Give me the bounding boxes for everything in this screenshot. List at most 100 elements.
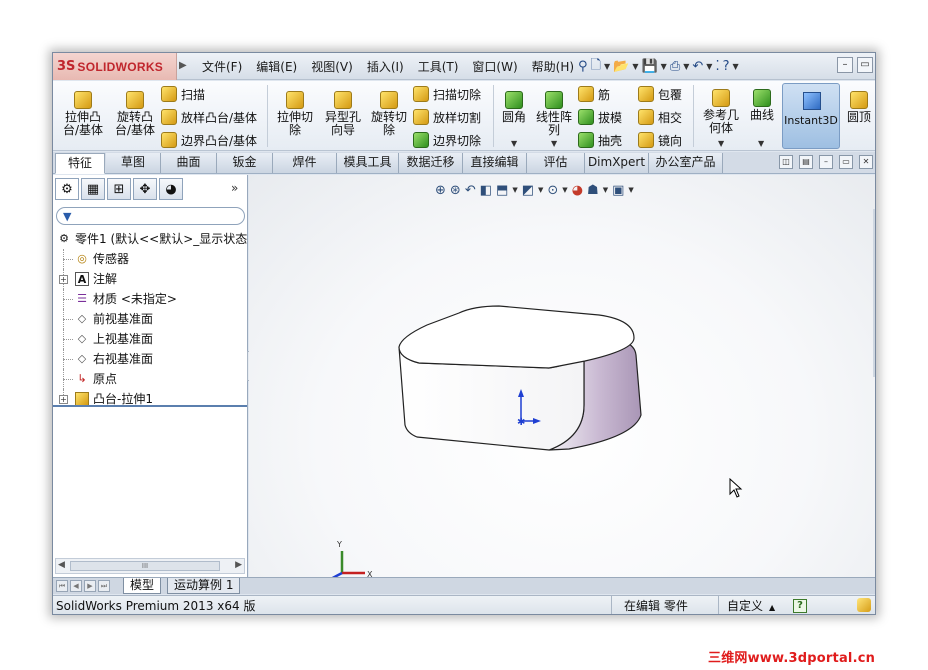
next-tab-icon[interactable]: ▶ bbox=[84, 580, 96, 592]
sweep-cut-button[interactable]: 扫描切除 bbox=[413, 84, 481, 104]
chevron-down-icon[interactable]: ▼ bbox=[661, 62, 667, 71]
tab-evaluate[interactable]: 评估 bbox=[527, 153, 585, 173]
loft-cut-button[interactable]: 放样切割 bbox=[413, 107, 481, 127]
display-manager-icon[interactable]: ◕ bbox=[159, 178, 183, 200]
restore-icon[interactable]: ▭ bbox=[839, 155, 853, 169]
sweep-button[interactable]: 扫描 bbox=[161, 84, 205, 104]
chevron-down-icon[interactable]: ▼ bbox=[758, 139, 764, 148]
chevron-down-icon[interactable]: ▼ bbox=[718, 139, 724, 148]
tab-direct-editing[interactable]: 直接编辑 bbox=[463, 153, 527, 173]
chevron-down-icon[interactable]: ▼ bbox=[733, 62, 739, 71]
chevron-down-icon[interactable]: ▼ bbox=[511, 139, 517, 148]
tree-item-sensors[interactable]: ◎ 传感器 bbox=[53, 249, 248, 269]
cascade-icon[interactable]: ▤ bbox=[799, 155, 813, 169]
menu-help[interactable]: 帮助(H) bbox=[525, 58, 581, 75]
tree-item-origin[interactable]: ↳ 原点 bbox=[53, 369, 248, 389]
chevron-down-icon[interactable]: ▼ bbox=[551, 139, 557, 148]
tab-model[interactable]: 模型 bbox=[123, 578, 162, 594]
hole-wizard-button[interactable]: 异型孔 向导 bbox=[319, 91, 367, 137]
tree-item-right-plane[interactable]: ◇ 右视基准面 bbox=[53, 349, 248, 369]
undo-icon[interactable]: ↶ bbox=[692, 59, 703, 74]
tab-sheet-metal[interactable]: 钣金 bbox=[217, 153, 273, 173]
linear-pattern-button[interactable]: 线性阵 列 bbox=[533, 91, 575, 137]
first-tab-icon[interactable]: ⏮ bbox=[56, 580, 68, 592]
graphics-area[interactable]: ⊕ ⊛ ↶ ◧ ⬒ ▼ ◩ ▼ ⊙ ▼ ◕ ☗ ▼ ▣ ▼ ✱ Y X bbox=[249, 175, 875, 577]
chevron-down-icon[interactable]: ▼ bbox=[683, 62, 689, 71]
open-folder-icon[interactable]: 📂 bbox=[613, 59, 629, 74]
solidworks-logo[interactable]: 3S SOLIDWORKS bbox=[53, 53, 177, 80]
revolve-cut-button[interactable]: 旋转切 除 bbox=[367, 91, 411, 137]
rebuild-icon[interactable] bbox=[857, 598, 871, 612]
print-icon[interactable]: ⎙ bbox=[670, 59, 680, 74]
previous-tab-icon[interactable]: ◀ bbox=[70, 580, 82, 592]
tree-item-front-plane[interactable]: ◇ 前视基准面 bbox=[53, 309, 248, 329]
tab-office-products[interactable]: 办公室产品 bbox=[649, 153, 723, 173]
menu-edit[interactable]: 编辑(E) bbox=[249, 58, 304, 75]
mirror-button[interactable]: 镜向 bbox=[638, 130, 682, 150]
tab-sketch[interactable]: 草图 bbox=[106, 153, 161, 173]
units-selector[interactable]: 自定义 ▲ bbox=[718, 596, 775, 614]
feature-manager-icon[interactable]: ⚙ bbox=[55, 178, 79, 200]
select-icon[interactable]: ⁚ bbox=[715, 59, 719, 74]
instant3d-button[interactable]: Instant3D bbox=[782, 83, 840, 149]
boundary-cut-button[interactable]: 边界切除 bbox=[413, 130, 481, 150]
tree-item-annotations[interactable]: + A 注解 bbox=[53, 269, 248, 289]
expand-icon[interactable]: + bbox=[59, 275, 68, 284]
fillet-button[interactable]: 圆角 bbox=[496, 91, 532, 124]
loft-button[interactable]: 放样凸台/基体 bbox=[161, 107, 257, 127]
boundary-boss-button[interactable]: 边界凸台/基体 bbox=[161, 130, 257, 150]
tree-item-material[interactable]: ☰ 材质 <未指定> bbox=[53, 289, 248, 309]
tab-data-migration[interactable]: 数据迁移 bbox=[399, 153, 463, 173]
chevron-down-icon[interactable]: ▼ bbox=[632, 62, 638, 71]
menu-tools[interactable]: 工具(T) bbox=[411, 58, 466, 75]
restore-icon[interactable]: ▭ bbox=[857, 57, 873, 73]
task-pane-tabs[interactable] bbox=[873, 209, 875, 377]
property-manager-icon[interactable]: ▦ bbox=[81, 178, 105, 200]
shell-button[interactable]: 抽壳 bbox=[578, 130, 622, 150]
help-icon[interactable]: ? bbox=[723, 59, 730, 74]
tree-item-part[interactable]: ⚙ 零件1 (默认<<默认>_显示状态 bbox=[53, 229, 248, 249]
logo-expand-icon[interactable]: ▶ bbox=[179, 60, 187, 71]
minimize-icon[interactable]: – bbox=[819, 155, 833, 169]
chevron-down-icon[interactable]: ▼ bbox=[706, 62, 712, 71]
rollback-bar[interactable] bbox=[53, 405, 247, 407]
panel-more-icon[interactable]: » bbox=[231, 181, 238, 195]
tab-features[interactable]: 特征 bbox=[55, 153, 105, 174]
scroll-right-icon[interactable]: ▶ bbox=[235, 560, 242, 570]
menu-window[interactable]: 窗口(W) bbox=[465, 58, 524, 75]
wrap-button[interactable]: 包覆 bbox=[638, 84, 682, 104]
revolve-boss-button[interactable]: 旋转凸 台/基体 bbox=[110, 91, 160, 137]
configuration-manager-icon[interactable]: ⊞ bbox=[107, 178, 131, 200]
tree-horizontal-scrollbar[interactable]: ◀ III ▶ bbox=[55, 558, 245, 574]
tab-dimxpert[interactable]: DimXpert bbox=[585, 153, 649, 173]
tab-surfaces[interactable]: 曲面 bbox=[161, 153, 217, 173]
expand-icon[interactable]: + bbox=[59, 395, 68, 404]
menu-insert[interactable]: 插入(I) bbox=[360, 58, 411, 75]
tab-motion-study[interactable]: 运动算例 1 bbox=[167, 578, 241, 594]
tree-item-top-plane[interactable]: ◇ 上视基准面 bbox=[53, 329, 248, 349]
save-icon[interactable]: 💾 bbox=[641, 59, 657, 74]
draft-button[interactable]: 拔模 bbox=[578, 107, 622, 127]
extrude-boss-button[interactable]: 拉伸凸 台/基体 bbox=[57, 91, 109, 137]
menu-view[interactable]: 视图(V) bbox=[304, 58, 360, 75]
curves-button[interactable]: 曲线 bbox=[746, 89, 778, 122]
tile-icon[interactable]: ◫ bbox=[779, 155, 793, 169]
dimxpert-manager-icon[interactable]: ✥ bbox=[133, 178, 157, 200]
dome-button[interactable]: 圆顶 bbox=[843, 91, 875, 124]
tab-weldments[interactable]: 焊件 bbox=[273, 153, 337, 173]
close-icon[interactable]: ✕ bbox=[859, 155, 873, 169]
chevron-down-icon[interactable]: ▼ bbox=[604, 62, 610, 71]
last-tab-icon[interactable]: ⏭ bbox=[98, 580, 110, 592]
scroll-thumb[interactable]: III bbox=[70, 561, 220, 571]
reference-geometry-button[interactable]: 参考几 何体 bbox=[698, 89, 744, 135]
intersect-button[interactable]: 相交 bbox=[638, 107, 682, 127]
quick-tips-icon[interactable]: ? bbox=[793, 599, 807, 613]
rib-button[interactable]: 筋 bbox=[578, 84, 610, 104]
tree-filter[interactable]: ▼ bbox=[56, 207, 245, 225]
tab-mold-tools[interactable]: 模具工具 bbox=[337, 153, 399, 173]
extrude-cut-button[interactable]: 拉伸切 除 bbox=[271, 91, 319, 137]
minimize-icon[interactable]: – bbox=[837, 57, 853, 73]
menu-file[interactable]: 文件(F) bbox=[195, 58, 249, 75]
scroll-left-icon[interactable]: ◀ bbox=[58, 560, 65, 570]
pin-icon[interactable]: ⚲ bbox=[578, 59, 588, 74]
